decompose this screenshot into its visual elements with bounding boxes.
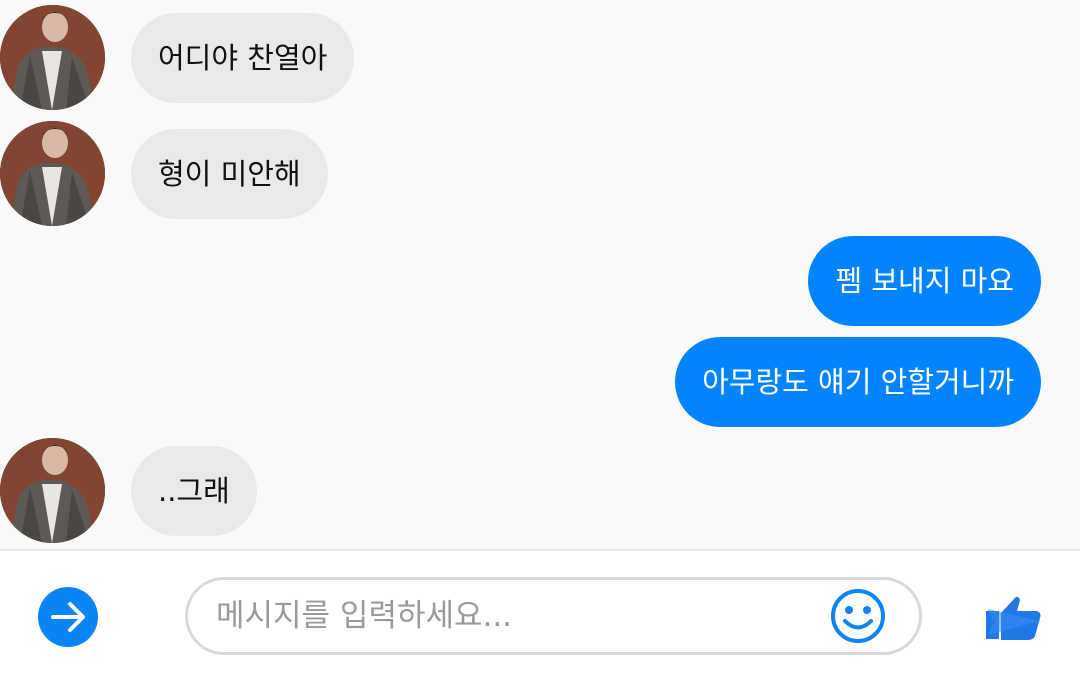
- avatar[interactable]: [0, 121, 105, 226]
- avatar[interactable]: [0, 438, 105, 543]
- message-text: 펨 보내지 마요: [835, 264, 1014, 298]
- message-bubble-outgoing[interactable]: 아무랑도 얘기 안할거니까: [675, 337, 1041, 427]
- message-bubble-incoming[interactable]: ..그래: [131, 446, 257, 536]
- thumbs-up-icon: [986, 596, 1041, 640]
- message-input-container[interactable]: [185, 577, 922, 655]
- arrow-right-icon: [51, 602, 85, 632]
- avatar[interactable]: [0, 5, 105, 110]
- message-bubble-incoming[interactable]: 형이 미안해: [131, 129, 328, 219]
- message-bubble-incoming[interactable]: 어디야 찬열아: [131, 13, 355, 103]
- navigate-button[interactable]: [38, 587, 98, 647]
- message-list[interactable]: 어디야 찬열아 형이 미안해 펨 보내지 마요 아무랑도 얘기 안할거니까 ..…: [0, 0, 1080, 549]
- send-like-button[interactable]: [984, 591, 1044, 643]
- message-text: ..그래: [158, 474, 230, 508]
- message-text: 아무랑도 얘기 안할거니까: [702, 365, 1014, 399]
- message-input[interactable]: [216, 592, 816, 640]
- composer-bar: [0, 549, 1080, 673]
- message-text: 형이 미안해: [158, 157, 301, 191]
- smiley-icon: [831, 589, 885, 643]
- message-text: 어디야 찬열아: [158, 41, 328, 75]
- message-bubble-outgoing[interactable]: 펨 보내지 마요: [808, 236, 1041, 326]
- emoji-button[interactable]: [830, 588, 886, 644]
